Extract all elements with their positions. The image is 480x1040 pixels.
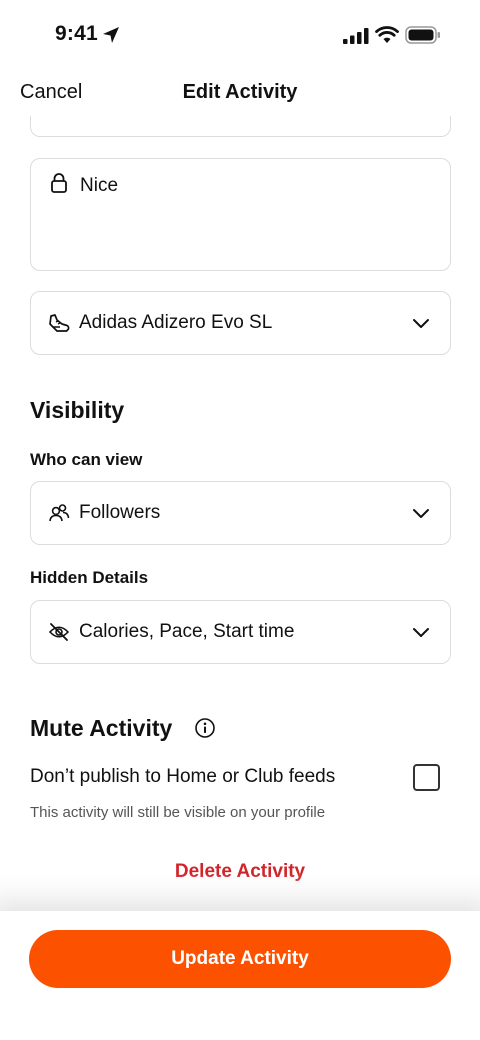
edit-form[interactable]: Nice Adidas Adizero Evo SL Visibility Wh… [0,116,480,911]
location-arrow-icon [103,27,119,43]
cancel-button[interactable]: Cancel [20,81,82,104]
status-time: 9:41 [55,22,98,45]
info-icon[interactable] [194,717,216,739]
hidden-details-value: Calories, Pace, Start time [79,621,295,642]
mute-activity-heading: Mute Activity [30,715,173,741]
nav-bar: Edit Activity Cancel [0,70,480,116]
chevron-down-icon [413,319,429,328]
gear-value: Adidas Adizero Evo SL [79,312,273,333]
chevron-down-icon [413,628,429,637]
wifi-icon [375,26,399,43]
chevron-down-icon [413,509,429,518]
battery-icon [405,26,440,44]
who-can-view-label: Who can view [30,450,143,469]
hidden-details-label: Hidden Details [30,568,149,587]
description-field[interactable]: Nice [30,158,451,271]
visibility-heading: Visibility [30,397,125,423]
previous-field[interactable] [30,116,451,137]
mute-note: This activity will still be visible on y… [30,804,326,821]
update-activity-button[interactable]: Update Activity [29,930,451,988]
cellular-signal-icon [343,28,369,44]
who-can-view-select[interactable]: Followers [30,481,451,545]
gear-select[interactable]: Adidas Adizero Evo SL [30,291,451,355]
mute-toggle-label: Don’t publish to Home or Club feeds [30,766,336,787]
eye-slash-icon [48,623,70,641]
bottom-action-bar: Update Activity [0,911,480,1040]
shoe-icon [49,314,70,332]
lock-icon [51,173,67,193]
status-bar: 9:41 [0,0,480,70]
mute-checkbox[interactable] [413,764,440,791]
hidden-details-select[interactable]: Calories, Pace, Start time [30,600,451,664]
people-icon [49,504,70,522]
description-text: Nice [80,175,119,196]
who-can-view-value: Followers [79,502,161,523]
scroll-fade [0,873,480,911]
